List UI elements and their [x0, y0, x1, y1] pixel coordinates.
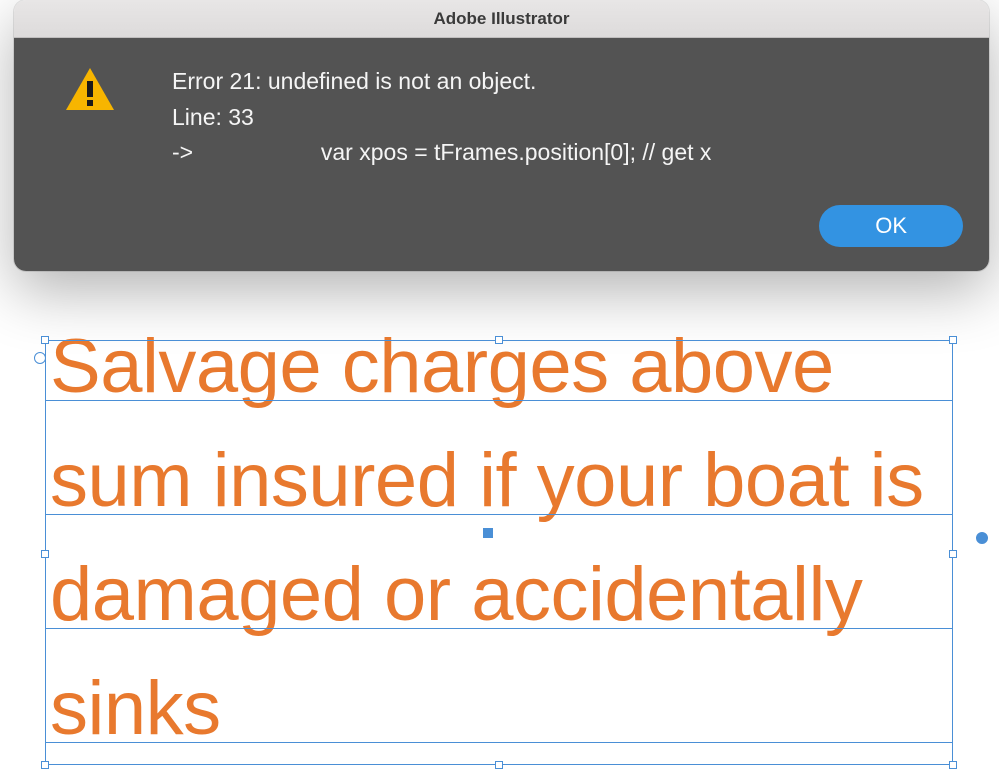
- dialog-footer: OK: [14, 195, 989, 271]
- selection-handle-top-right[interactable]: [949, 336, 957, 344]
- selection-handle-mid-left[interactable]: [41, 550, 49, 558]
- text-content[interactable]: Salvage charges above sum insured if you…: [45, 310, 975, 766]
- selection-handle-bottom-right[interactable]: [949, 761, 957, 769]
- text-baseline: [45, 400, 953, 401]
- selection-handle-top-left[interactable]: [41, 336, 49, 344]
- error-dialog: Adobe Illustrator Error 21: undefined is…: [14, 0, 989, 271]
- error-message: Error 21: undefined is not an object. Li…: [172, 64, 959, 171]
- error-line-2: Line: 33: [172, 100, 959, 136]
- text-baseline: [45, 514, 953, 515]
- dialog-body: Error 21: undefined is not an object. Li…: [14, 38, 989, 195]
- dialog-titlebar[interactable]: Adobe Illustrator: [14, 0, 989, 38]
- ok-button[interactable]: OK: [819, 205, 963, 247]
- text-out-port[interactable]: [976, 532, 988, 544]
- selection-handle-top-mid[interactable]: [495, 336, 503, 344]
- illustrator-canvas[interactable]: Salvage charges above sum insured if you…: [45, 310, 975, 766]
- error-line-1: Error 21: undefined is not an object.: [172, 64, 959, 100]
- text-baseline: [45, 742, 953, 743]
- selection-handle-bottom-mid[interactable]: [495, 761, 503, 769]
- text-baseline: [45, 628, 953, 629]
- center-point-marker: [483, 528, 493, 538]
- selection-handle-bottom-left[interactable]: [41, 761, 49, 769]
- text-in-port[interactable]: [34, 352, 46, 364]
- dialog-title: Adobe Illustrator: [433, 9, 569, 29]
- selection-handle-mid-right[interactable]: [949, 550, 957, 558]
- warning-icon: [64, 66, 116, 119]
- selected-text-frame[interactable]: Salvage charges above sum insured if you…: [45, 310, 975, 766]
- error-line-3: -> var xpos = tFrames.position[0]; // ge…: [172, 135, 959, 171]
